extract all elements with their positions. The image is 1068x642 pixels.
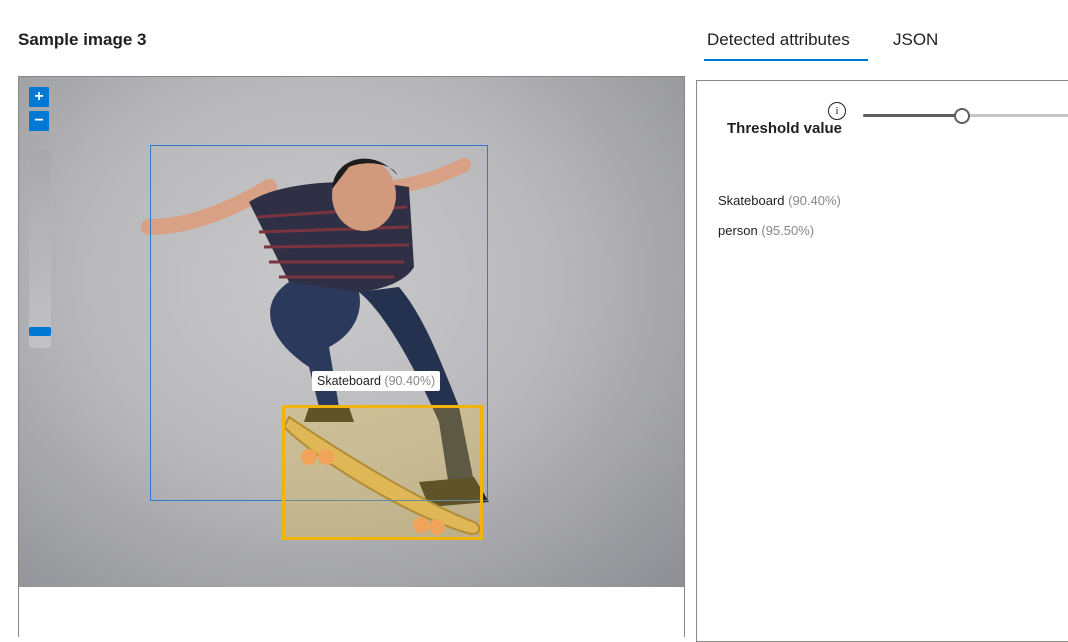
page-title: Sample image 3	[18, 30, 147, 49]
threshold-slider[interactable]	[863, 108, 1068, 124]
attribute-score: (95.50%)	[761, 223, 815, 238]
tag-name: Skateboard	[317, 374, 381, 388]
attribute-item: person (95.50%)	[718, 223, 814, 238]
skateboard-tag: Skateboard (90.40%)	[312, 371, 441, 391]
attribute-item: Skateboard (90.40%)	[718, 193, 841, 208]
zoom-slider-track[interactable]	[29, 150, 51, 348]
attributes-panel: Threshold value i Skateboard (90.40%) pe…	[696, 80, 1068, 642]
image-viewer[interactable]: Skateboard (90.40%) + −	[18, 76, 685, 637]
threshold-slider-fill	[863, 114, 962, 117]
tab-json[interactable]: JSON	[893, 30, 938, 50]
threshold-slider-thumb[interactable]	[954, 108, 970, 124]
zoom-out-button[interactable]: −	[29, 111, 49, 131]
info-icon[interactable]: i	[828, 102, 846, 120]
tag-score: (90.40%)	[384, 374, 436, 388]
sample-photo: Skateboard (90.40%)	[19, 77, 684, 587]
zoom-in-button[interactable]: +	[29, 87, 49, 107]
threshold-label: Threshold value	[727, 120, 843, 137]
attribute-name: person	[718, 223, 758, 238]
skateboard-bounding-box[interactable]	[282, 405, 483, 540]
attribute-name: Skateboard	[718, 193, 785, 208]
tab-detected-attributes[interactable]: Detected attributes	[707, 30, 850, 50]
attribute-score: (90.40%)	[788, 193, 841, 208]
zoom-slider-thumb[interactable]	[29, 327, 51, 336]
active-tab-indicator	[704, 59, 868, 61]
